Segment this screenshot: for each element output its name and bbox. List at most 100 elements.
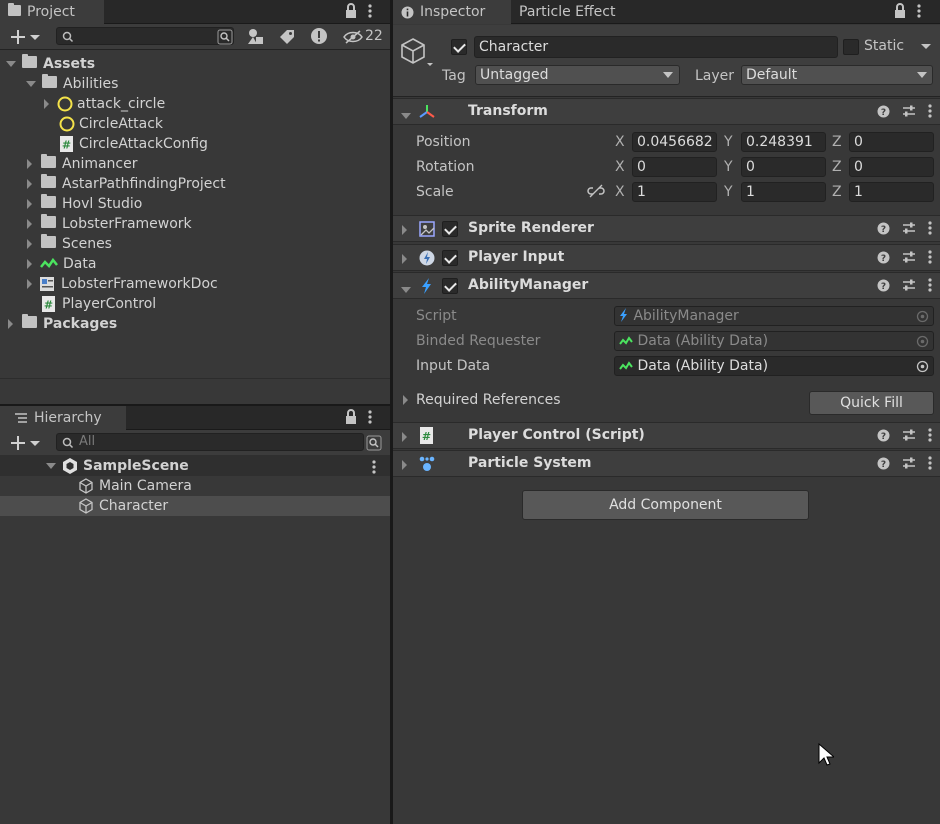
object-picker-icon[interactable] bbox=[916, 360, 929, 373]
tab-hierarchy[interactable]: Hierarchy bbox=[0, 406, 126, 430]
collapse-arrow-icon[interactable] bbox=[402, 254, 407, 264]
collapse-arrow-icon[interactable] bbox=[27, 199, 32, 209]
collapse-arrow-icon[interactable] bbox=[27, 159, 32, 169]
tab-project[interactable]: Project bbox=[0, 0, 104, 24]
help-icon[interactable]: ? bbox=[877, 222, 890, 235]
input-data-field[interactable]: Data (Ability Data) bbox=[614, 356, 934, 376]
help-icon[interactable]: ? bbox=[877, 457, 890, 470]
lock-icon[interactable] bbox=[344, 409, 358, 425]
sprite-renderer-header[interactable]: Sprite Renderer ? bbox=[393, 215, 940, 242]
particle-system-header[interactable]: Particle System ? bbox=[393, 450, 940, 477]
help-icon[interactable]: ? bbox=[877, 279, 890, 292]
collapse-arrow-icon[interactable] bbox=[44, 99, 49, 109]
static-checkbox[interactable] bbox=[843, 39, 859, 55]
rotation-x-field[interactable]: 0 bbox=[632, 157, 717, 177]
expand-arrow-icon[interactable] bbox=[26, 81, 36, 87]
tree-item-abilities[interactable]: Abilities bbox=[26, 74, 118, 94]
tree-item-circle-attack[interactable]: CircleAttack bbox=[59, 114, 163, 134]
kebab-menu-icon[interactable] bbox=[928, 456, 932, 470]
lock-icon[interactable] bbox=[344, 3, 358, 19]
kebab-menu-icon[interactable] bbox=[928, 221, 932, 235]
tree-item-player-control[interactable]: # PlayerControl bbox=[41, 294, 156, 314]
scale-x-field[interactable]: 1 bbox=[632, 182, 717, 202]
scale-y-field[interactable]: 1 bbox=[741, 182, 826, 202]
kebab-menu-icon[interactable] bbox=[368, 409, 372, 425]
add-create-icon[interactable] bbox=[10, 28, 42, 46]
lock-icon[interactable] bbox=[893, 3, 907, 19]
tree-item-assets[interactable]: Assets bbox=[6, 54, 95, 74]
hierarchy-item-main-camera[interactable]: Main Camera bbox=[78, 476, 192, 496]
kebab-menu-icon[interactable] bbox=[928, 428, 932, 442]
tab-inspector[interactable]: Inspector bbox=[393, 0, 511, 24]
kebab-menu-icon[interactable] bbox=[928, 250, 932, 264]
active-checkbox[interactable] bbox=[451, 39, 467, 55]
ability-manager-header[interactable]: AbilityManager ? bbox=[393, 272, 940, 299]
player-input-enabled-checkbox[interactable] bbox=[442, 250, 458, 266]
gameobject-large-icon[interactable] bbox=[399, 37, 435, 71]
hierarchy-item-character[interactable]: Character bbox=[78, 496, 168, 516]
player-control-header[interactable]: # Player Control (Script) ? bbox=[393, 422, 940, 449]
tree-item-attack-circle[interactable]: attack_circle bbox=[44, 94, 165, 114]
tree-item-animancer[interactable]: Animancer bbox=[27, 154, 138, 174]
tree-item-lobster-doc[interactable]: LobsterFrameworkDoc bbox=[27, 274, 218, 294]
object-name-input[interactable]: Character bbox=[474, 36, 838, 58]
tree-item-astar[interactable]: AstarPathfindingProject bbox=[27, 174, 226, 194]
filter-by-type-icon[interactable] bbox=[247, 28, 265, 46]
collapse-arrow-icon[interactable] bbox=[402, 225, 407, 235]
kebab-menu-icon[interactable] bbox=[368, 3, 372, 19]
sprite-renderer-enabled-checkbox[interactable] bbox=[442, 221, 458, 237]
preset-sliders-icon[interactable] bbox=[902, 278, 916, 292]
search-scope-icon[interactable] bbox=[217, 29, 233, 45]
help-icon[interactable]: ? bbox=[877, 251, 890, 264]
tag-dropdown[interactable]: Untagged bbox=[475, 65, 680, 85]
required-references-foldout[interactable]: Required References bbox=[403, 390, 561, 410]
static-dropdown-icon[interactable] bbox=[920, 43, 932, 51]
help-icon[interactable]: ? bbox=[877, 429, 890, 442]
kebab-menu-icon[interactable] bbox=[928, 104, 932, 118]
hidden-eye-icon[interactable] bbox=[343, 29, 363, 45]
warning-filter-icon[interactable] bbox=[310, 27, 328, 45]
add-create-icon[interactable] bbox=[10, 434, 42, 452]
preset-sliders-icon[interactable] bbox=[902, 456, 916, 470]
transform-header[interactable]: Transform ? bbox=[393, 98, 940, 125]
tree-item-scenes[interactable]: Scenes bbox=[27, 234, 112, 254]
position-x-field[interactable]: 0.0456682 bbox=[632, 132, 717, 152]
tab-particle-effect[interactable]: Particle Effect bbox=[511, 0, 623, 24]
scene-item[interactable]: SampleScene bbox=[46, 456, 189, 476]
collapse-arrow-icon[interactable] bbox=[403, 395, 408, 405]
preset-sliders-icon[interactable] bbox=[902, 221, 916, 235]
expand-arrow-icon[interactable] bbox=[46, 463, 56, 469]
preset-sliders-icon[interactable] bbox=[902, 428, 916, 442]
scene-kebab-icon[interactable] bbox=[372, 459, 376, 475]
hierarchy-search-input[interactable]: All bbox=[56, 433, 364, 451]
quick-fill-button[interactable]: Quick Fill bbox=[809, 391, 934, 415]
player-input-header[interactable]: Player Input ? bbox=[393, 244, 940, 271]
collapse-arrow-icon[interactable] bbox=[8, 319, 13, 329]
collapse-arrow-icon[interactable] bbox=[402, 460, 407, 470]
layer-dropdown[interactable]: Default bbox=[741, 65, 933, 85]
position-y-field[interactable]: 0.248391 bbox=[741, 132, 826, 152]
help-icon[interactable]: ? bbox=[877, 105, 890, 118]
collapse-arrow-icon[interactable] bbox=[402, 432, 407, 442]
position-z-field[interactable]: 0 bbox=[849, 132, 934, 152]
tree-item-lobster-framework[interactable]: LobsterFramework bbox=[27, 214, 192, 234]
preset-sliders-icon[interactable] bbox=[902, 104, 916, 118]
tree-item-data[interactable]: Data bbox=[27, 254, 96, 274]
add-component-button[interactable]: Add Component bbox=[522, 490, 809, 520]
collapse-arrow-icon[interactable] bbox=[27, 179, 32, 189]
search-scope-icon[interactable] bbox=[366, 435, 382, 451]
collapse-arrow-icon[interactable] bbox=[27, 259, 32, 269]
kebab-menu-icon[interactable] bbox=[928, 278, 932, 292]
filter-by-label-icon[interactable] bbox=[278, 28, 296, 46]
expand-arrow-icon[interactable] bbox=[6, 61, 16, 67]
tree-item-circle-attack-config[interactable]: # CircleAttackConfig bbox=[59, 134, 208, 154]
kebab-menu-icon[interactable] bbox=[917, 3, 921, 19]
ability-manager-enabled-checkbox[interactable] bbox=[442, 278, 458, 294]
constrain-link-icon[interactable] bbox=[587, 184, 605, 198]
scale-z-field[interactable]: 1 bbox=[849, 182, 934, 202]
tree-item-hovl[interactable]: Hovl Studio bbox=[27, 194, 142, 214]
rotation-y-field[interactable]: 0 bbox=[741, 157, 826, 177]
collapse-arrow-icon[interactable] bbox=[27, 239, 32, 249]
tree-item-packages[interactable]: Packages bbox=[8, 314, 117, 334]
collapse-arrow-icon[interactable] bbox=[27, 219, 32, 229]
